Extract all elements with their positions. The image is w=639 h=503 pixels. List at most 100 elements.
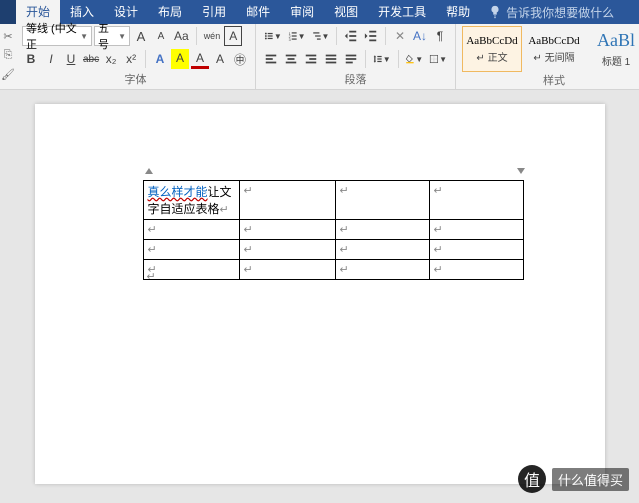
- justify-icon: [324, 52, 338, 66]
- text-effects-button[interactable]: A: [151, 49, 169, 69]
- tab-developer[interactable]: 开发工具: [368, 0, 436, 24]
- para-mark: ↵: [434, 264, 443, 276]
- table-cell[interactable]: ↵: [239, 220, 335, 240]
- table-cell[interactable]: ↵: [239, 240, 335, 260]
- align-center-button[interactable]: [282, 49, 300, 69]
- tab-mailings[interactable]: 邮件: [236, 0, 280, 24]
- table-row[interactable]: ↵ ↵ ↵ ↵: [143, 240, 523, 260]
- shading-button[interactable]: ▼: [403, 49, 425, 69]
- tab-view[interactable]: 视图: [324, 0, 368, 24]
- underline-button[interactable]: U: [62, 49, 80, 69]
- table-cell[interactable]: ↵: [143, 240, 239, 260]
- show-marks-button[interactable]: ¶: [431, 26, 449, 46]
- bold-button[interactable]: B: [22, 49, 40, 69]
- pinyin-guide-button[interactable]: wén: [202, 26, 223, 46]
- ribbon-tabs: 开始 插入 设计 布局 引用 邮件 审阅 视图 开发工具 帮助 告诉我你想要做什…: [0, 0, 639, 24]
- table-cell[interactable]: ↵: [429, 260, 523, 280]
- table-cell[interactable]: ↵: [429, 240, 523, 260]
- style-heading1[interactable]: AaBl 标题 1: [586, 26, 639, 72]
- strike-button[interactable]: abc: [82, 49, 100, 69]
- sort-button[interactable]: A↓: [411, 26, 429, 46]
- align-right-button[interactable]: [302, 49, 320, 69]
- indent-icon: [364, 29, 378, 43]
- distribute-button[interactable]: [342, 49, 360, 69]
- shrink-font-button[interactable]: A: [152, 26, 170, 46]
- ruler-marks: [145, 168, 525, 178]
- subscript-button[interactable]: x₂: [102, 49, 120, 69]
- styles-group-label: 样式: [462, 72, 639, 90]
- tab-review[interactable]: 审阅: [280, 0, 324, 24]
- para-mark: ↵: [434, 185, 443, 197]
- char-border-button[interactable]: A: [224, 26, 242, 46]
- table-cell[interactable]: ↵: [429, 220, 523, 240]
- line-spacing-button[interactable]: ▼: [371, 49, 393, 69]
- table-cell[interactable]: ↵: [143, 220, 239, 240]
- tell-me-search[interactable]: 告诉我你想要做什么: [488, 4, 614, 21]
- format-painter-icon[interactable]: 🖌: [1, 68, 15, 81]
- tell-me-text: 告诉我你想要做什么: [506, 4, 614, 21]
- char-shading-button[interactable]: A: [211, 49, 229, 69]
- para-mark: ↵: [434, 224, 443, 236]
- style-normal-name: ↵ 正文: [476, 49, 507, 64]
- ribbon: ✂ ⎘ 🖌 等线 (中文正▼ 五号▼ A A Aa wén A B I U ab…: [0, 24, 639, 90]
- table-row[interactable]: 真么样才能让文字自适应表格↵ ↵ ↵ ↵: [143, 181, 523, 220]
- tab-file[interactable]: [0, 0, 16, 24]
- tab-layout[interactable]: 布局: [148, 0, 192, 24]
- lightbulb-icon: [488, 5, 502, 19]
- borders-button[interactable]: ▼: [427, 49, 449, 69]
- table-row[interactable]: ↵ ↵ ↵ ↵: [143, 220, 523, 240]
- align-left-button[interactable]: [262, 49, 280, 69]
- line-spacing-icon: [373, 52, 383, 66]
- tab-references[interactable]: 引用: [192, 0, 236, 24]
- style-normal-preview: AaBbCcDd: [466, 35, 517, 47]
- increase-indent-button[interactable]: [362, 26, 380, 46]
- para-mark: ↵: [340, 244, 349, 256]
- para-mark: ↵: [434, 244, 443, 256]
- watermark-text: 什么值得买: [552, 468, 629, 491]
- ltr-button[interactable]: ✕: [391, 26, 409, 46]
- copy-icon[interactable]: ⎘: [4, 49, 13, 62]
- tab-help[interactable]: 帮助: [436, 0, 480, 24]
- cut-icon[interactable]: ✂: [3, 30, 12, 43]
- change-case-button[interactable]: Aa: [172, 26, 191, 46]
- table-cell[interactable]: ↵: [335, 240, 429, 260]
- font-name-combo[interactable]: 等线 (中文正▼: [22, 26, 92, 46]
- grow-font-button[interactable]: A: [132, 26, 150, 46]
- multilevel-button[interactable]: ▼: [310, 26, 332, 46]
- content-table[interactable]: 真么样才能让文字自适应表格↵ ↵ ↵ ↵ ↵ ↵ ↵ ↵ ↵ ↵ ↵ ↵ ↵ ↵…: [143, 180, 524, 280]
- page[interactable]: 真么样才能让文字自适应表格↵ ↵ ↵ ↵ ↵ ↵ ↵ ↵ ↵ ↵ ↵ ↵ ↵ ↵…: [35, 104, 605, 484]
- table-cell[interactable]: ↵: [143, 260, 239, 280]
- table-cell[interactable]: 真么样才能让文字自适应表格↵: [143, 181, 239, 220]
- table-cell[interactable]: ↵: [335, 260, 429, 280]
- style-nospace[interactable]: AaBbCcDd ↵ 无间隔: [524, 26, 584, 72]
- bullets-button[interactable]: ▼: [262, 26, 284, 46]
- cell-hyperlink[interactable]: 真么样才能: [148, 185, 208, 199]
- font-size-combo[interactable]: 五号▼: [94, 26, 130, 46]
- decrease-indent-button[interactable]: [342, 26, 360, 46]
- table-row[interactable]: ↵ ↵ ↵ ↵: [143, 260, 523, 280]
- numbering-button[interactable]: 123▼: [286, 26, 308, 46]
- style-normal[interactable]: AaBbCcDd ↵ 正文: [462, 26, 522, 72]
- justify-button[interactable]: [322, 49, 340, 69]
- table-cell[interactable]: ↵: [239, 260, 335, 280]
- outdent-icon: [344, 29, 358, 43]
- enclose-char-button[interactable]: ㊥: [231, 49, 249, 69]
- watermark-icon: 值: [518, 465, 546, 493]
- para-mark: ↵: [244, 185, 253, 197]
- table-cell[interactable]: ↵: [335, 220, 429, 240]
- table-cell[interactable]: ↵: [429, 181, 523, 220]
- paragraph-group-label: 段落: [262, 71, 449, 89]
- highlight-button[interactable]: A: [171, 49, 189, 69]
- italic-button[interactable]: I: [42, 49, 60, 69]
- style-h1-name: 标题 1: [602, 53, 630, 68]
- table-cell[interactable]: ↵: [239, 181, 335, 220]
- para-mark: ↵: [244, 244, 253, 256]
- distribute-icon: [344, 52, 358, 66]
- style-nospace-preview: AaBbCcDd: [528, 35, 579, 47]
- para-mark: ↵: [244, 224, 253, 236]
- font-color-button[interactable]: A: [191, 49, 209, 69]
- align-center-icon: [284, 52, 298, 66]
- group-paragraph: ▼ 123▼ ▼ ✕ A↓ ¶ ▼ ▼ ▼: [256, 24, 456, 89]
- superscript-button[interactable]: x²: [122, 49, 140, 69]
- table-cell[interactable]: ↵: [335, 181, 429, 220]
